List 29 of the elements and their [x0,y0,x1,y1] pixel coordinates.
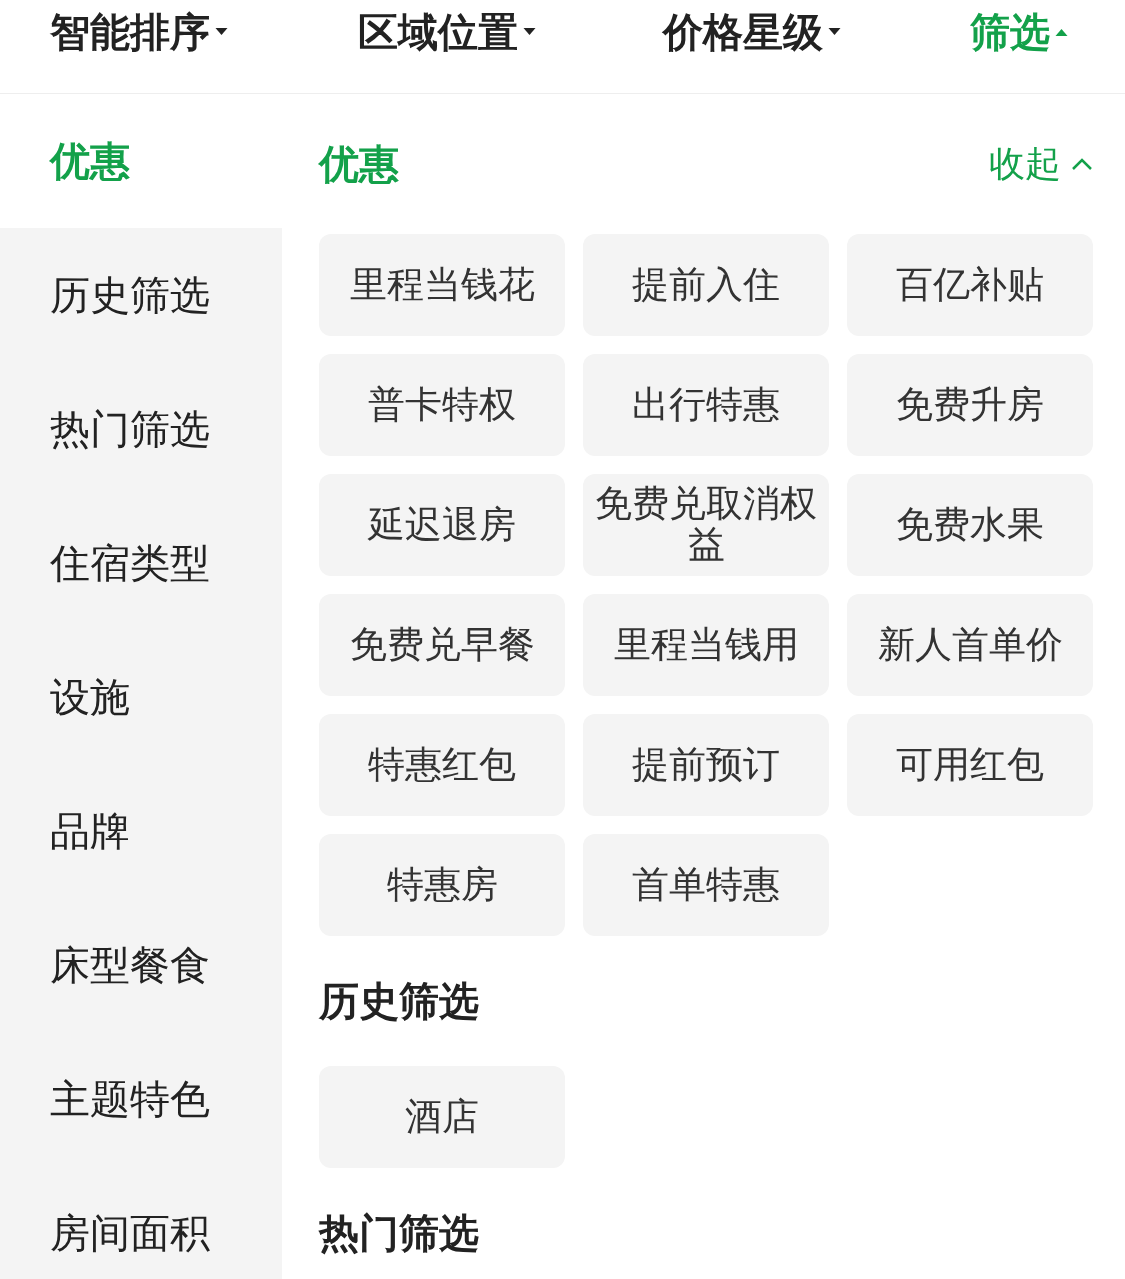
filter-option[interactable]: 百亿补贴 [847,234,1093,336]
caret-icon [214,27,229,37]
filter-option[interactable]: 新人首单价 [847,594,1093,696]
caret-icon [827,27,842,37]
filter-option[interactable]: 免费水果 [847,474,1093,576]
filter-option[interactable]: 里程当钱用 [583,594,829,696]
filter-option[interactable]: 免费兑早餐 [319,594,565,696]
filter-option[interactable]: 特惠房 [319,834,565,936]
filter-option[interactable]: 普卡特权 [319,354,565,456]
filter-option[interactable]: 酒店 [319,1066,565,1168]
filter-option[interactable]: 提前预订 [583,714,829,816]
filter-tab[interactable]: 智能排序 [50,6,229,58]
section-title: 历史筛选 [319,976,479,1026]
filter-tab[interactable]: 价格星级 [663,6,842,58]
filter-option[interactable]: 出行特惠 [583,354,829,456]
caret-icon [522,27,537,37]
filter-option[interactable]: 提前入住 [583,234,829,336]
section-title: 优惠 [319,139,399,189]
section-title: 热门筛选 [319,1208,479,1258]
caret-icon [1054,27,1069,37]
filter-option[interactable]: 里程当钱花 [319,234,565,336]
filter-option[interactable]: 免费兑取消权益 [583,474,829,576]
filter-option[interactable]: 免费升房 [847,354,1093,456]
filter-option[interactable]: 首单特惠 [583,834,829,936]
filter-option[interactable]: 可用红包 [847,714,1093,816]
filter-option[interactable]: 延迟退房 [319,474,565,576]
filter-tab[interactable]: 区域位置 [358,6,537,58]
filter-option[interactable]: 特惠红包 [319,714,565,816]
chevron-up-icon [1071,157,1093,171]
